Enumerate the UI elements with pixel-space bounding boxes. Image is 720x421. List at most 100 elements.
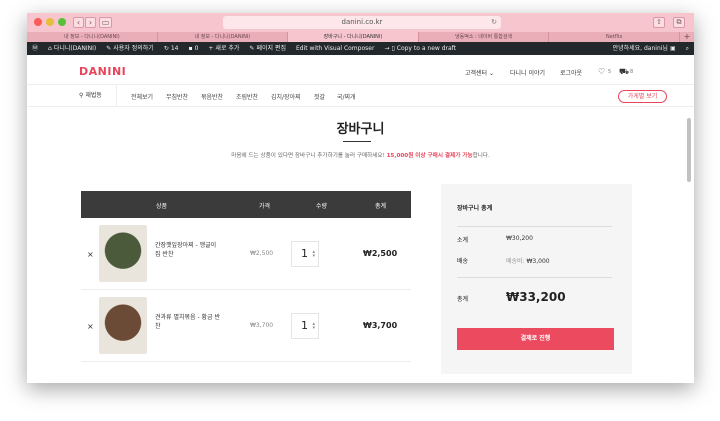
adminbar-draft-label: Copy to a new draft bbox=[396, 45, 457, 52]
quantity-stepper-icon[interactable]: ▴ ▾ bbox=[312, 322, 315, 331]
home-icon: ⌂ bbox=[48, 45, 52, 52]
page-scrollbar[interactable] bbox=[687, 118, 691, 182]
product-name-link[interactable]: 간장깻잎장아찌 - 맹글이집 반찬 bbox=[155, 241, 221, 259]
adminbar-comments-count: 0 bbox=[194, 45, 199, 52]
cart-totals-title: 장바구니 총계 bbox=[457, 205, 493, 212]
checkout-button[interactable]: 결제로 진행 bbox=[457, 328, 614, 350]
browser-tab[interactable]: 냉동떡소 : 네이버 통합검색 bbox=[419, 32, 550, 42]
browser-titlebar: ‹ › ▭ danini.co.kr ↻ ⇧ ⧉ bbox=[27, 13, 694, 32]
avatar: ▣ bbox=[669, 45, 676, 52]
back-icon[interactable]: ‹ bbox=[73, 17, 84, 28]
close-window-button[interactable] bbox=[34, 18, 42, 26]
adminbar-new-label: 새로 추가 bbox=[215, 45, 240, 52]
forward-icon[interactable]: › bbox=[85, 17, 96, 28]
adminbar-updates-count: 14 bbox=[170, 45, 179, 52]
title-divider bbox=[343, 141, 371, 142]
comment-icon: ▪ bbox=[188, 45, 193, 52]
quantity-value: 1 bbox=[301, 319, 308, 332]
reload-icon[interactable]: ↻ bbox=[491, 16, 497, 29]
category-item[interactable]: 국/찌개 bbox=[337, 92, 356, 101]
page-subtitle: 마음에 드는 상품이 있다면 장바구니 추가하기를 눌러 구매하세요! 15,0… bbox=[27, 151, 694, 159]
new-tab-icon[interactable]: + bbox=[680, 32, 694, 42]
quantity-stepper-icon[interactable]: ▴ ▾ bbox=[312, 250, 315, 259]
share-icon[interactable]: ⇧ bbox=[653, 17, 665, 28]
adminbar-customize[interactable]: ✎ 사용자 정의하기 bbox=[101, 42, 159, 55]
header-product: 상품 bbox=[156, 203, 168, 210]
browser-tab[interactable]: 내 정보 - 다니니(DANINI) bbox=[27, 32, 158, 42]
plus-icon: + bbox=[208, 45, 214, 52]
store-view-button[interactable]: 가게별 보기 bbox=[618, 90, 667, 103]
adminbar-customize-label: 사용자 정의하기 bbox=[113, 45, 154, 52]
shipping-amount: ₩3,000 bbox=[526, 258, 550, 265]
location-pin-icon: ⚲ bbox=[79, 92, 84, 99]
header-quantity: 수량 bbox=[316, 203, 328, 210]
sidebar-toggle-icon[interactable]: ▭ bbox=[99, 17, 112, 28]
site-logo[interactable]: DANINI bbox=[79, 65, 126, 78]
shipping-prefix: 배송비: bbox=[506, 258, 527, 265]
table-row: × 간장깻잎장아찌 - 맹글이집 반찬 ₩2,500 1 ▴ ▾ ₩2,500 bbox=[81, 218, 411, 290]
category-item[interactable]: 전체보기 bbox=[131, 92, 153, 101]
search-icon[interactable]: ⌕ bbox=[681, 42, 694, 55]
adminbar-draft[interactable]: → ▯ Copy to a new draft bbox=[379, 42, 461, 55]
adminbar-edit[interactable]: ✎ 페이지 편집 bbox=[244, 42, 291, 55]
cart-table-header: 상품 가격 수량 총계 bbox=[81, 191, 411, 218]
browser-tab[interactable]: 내 정보 - 다니니(DANINI) bbox=[158, 32, 289, 42]
total-label: 총계 bbox=[457, 296, 469, 303]
category-item[interactable]: 젓갈 bbox=[314, 92, 325, 101]
nav-logout[interactable]: 로그아웃 bbox=[560, 68, 582, 77]
product-thumbnail[interactable] bbox=[99, 297, 147, 354]
product-name-link[interactable]: 견과류 멸치볶음 - 황금 반찬 bbox=[155, 313, 221, 331]
adminbar-edit-label: 페이지 편집 bbox=[256, 45, 286, 52]
category-item[interactable]: 무침반찬 bbox=[166, 92, 188, 101]
adminbar-updates[interactable]: ↻ 14 bbox=[159, 42, 184, 55]
nav-customer-center[interactable]: 고객센터 ⌄ bbox=[465, 68, 494, 77]
remove-item-icon[interactable]: × bbox=[87, 250, 94, 259]
shipping-value: 배송비: ₩3,000 bbox=[506, 256, 550, 265]
table-row: × 견과류 멸치볶음 - 황금 반찬 ₩3,700 1 ▴ ▾ ₩3,700 bbox=[81, 290, 411, 362]
adminbar-new[interactable]: + 새로 추가 bbox=[203, 42, 244, 55]
adminbar-composer[interactable]: Edit with Visual Composer bbox=[291, 42, 379, 55]
category-item[interactable]: 볶음반찬 bbox=[201, 92, 223, 101]
adminbar-account[interactable]: 안녕하세요, danini님 ▣ bbox=[608, 42, 681, 55]
subtotal-value: ₩30,200 bbox=[506, 235, 533, 242]
product-thumbnail[interactable] bbox=[99, 225, 147, 282]
heart-icon[interactable]: ♡ bbox=[598, 67, 605, 76]
updates-icon: ↻ bbox=[163, 45, 169, 52]
quantity-input[interactable]: 1 ▴ ▾ bbox=[291, 241, 319, 267]
product-subtotal: ₩2,500 bbox=[363, 249, 398, 258]
totals-divider bbox=[457, 226, 612, 227]
cart-icon[interactable]: ⛟ bbox=[619, 67, 629, 77]
minimize-window-button[interactable] bbox=[46, 18, 54, 26]
tab-overview-icon[interactable]: ⧉ bbox=[673, 17, 685, 28]
address-bar[interactable]: danini.co.kr ↻ bbox=[223, 16, 501, 29]
wordpress-logo-icon[interactable]: Ⓦ bbox=[27, 42, 43, 55]
category-bar: ⚲ 재법동 전체보기 무침반찬 볶음반찬 조림반찬 김치/장아찌 젓갈 국/찌개… bbox=[27, 85, 694, 107]
adminbar-comments[interactable]: ▪ 0 bbox=[183, 42, 203, 55]
zoom-window-button[interactable] bbox=[58, 18, 66, 26]
nav-story[interactable]: 다니니 이야기 bbox=[510, 68, 545, 77]
brush-icon: ✎ bbox=[106, 45, 112, 52]
tab-strip: 내 정보 - 다니니(DANINI) 내 정보 - 다니니(DANINI) 장바… bbox=[27, 32, 694, 42]
arrow-right-icon: → bbox=[384, 45, 390, 52]
total-value: ₩33,200 bbox=[506, 290, 566, 304]
adminbar-composer-label: Edit with Visual Composer bbox=[295, 45, 375, 52]
location-selector[interactable]: ⚲ 재법동 bbox=[79, 85, 117, 107]
product-price: ₩3,700 bbox=[250, 322, 274, 329]
browser-tab[interactable]: Netflix bbox=[549, 32, 680, 42]
adminbar-site[interactable]: ⌂ 다니니(DANINI) bbox=[43, 42, 101, 55]
pencil-icon: ✎ bbox=[249, 45, 255, 52]
address-text: danini.co.kr bbox=[341, 18, 383, 26]
header-price: 가격 bbox=[259, 203, 271, 210]
subtitle-suffix: 합니다. bbox=[472, 153, 490, 159]
wishlist-count: 5 bbox=[608, 69, 612, 75]
chevron-down-icon: ⌄ bbox=[489, 70, 495, 77]
category-item[interactable]: 김치/장아찌 bbox=[271, 92, 301, 101]
remove-item-icon[interactable]: × bbox=[87, 322, 94, 331]
category-item[interactable]: 조림반찬 bbox=[236, 92, 258, 101]
browser-tab-active[interactable]: 장바구니 - 다니니(DANINI) bbox=[288, 32, 419, 42]
subtotal-label: 소계 bbox=[457, 237, 469, 244]
product-subtotal: ₩3,700 bbox=[363, 321, 398, 330]
location-label: 재법동 bbox=[85, 92, 102, 99]
site-header: DANINI 고객센터 ⌄ 다니니 이야기 로그아웃 ♡ 5 ⛟ 8 bbox=[27, 55, 694, 85]
quantity-input[interactable]: 1 ▴ ▾ bbox=[291, 313, 319, 339]
